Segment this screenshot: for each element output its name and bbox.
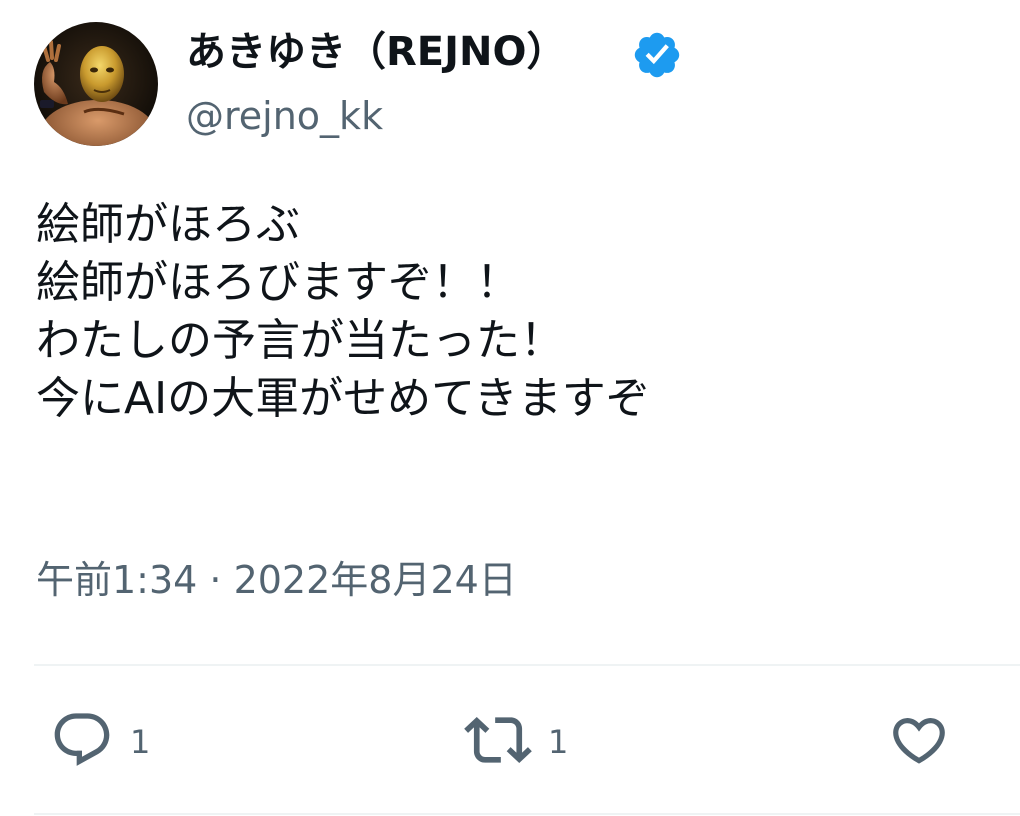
divider (34, 664, 1020, 666)
tweet-text-line: 絵師がほろびますぞ！！ (36, 257, 520, 308)
tweet-text-line: 絵師がほろぶ (36, 199, 300, 250)
like-button[interactable] (888, 710, 966, 774)
avatar[interactable] (34, 22, 158, 146)
retweet-button[interactable]: 1 (464, 710, 568, 774)
reply-count: 1 (130, 723, 151, 761)
reply-icon (50, 708, 114, 776)
divider (34, 813, 1020, 815)
retweet-count: 1 (548, 723, 569, 761)
tweet-timestamp[interactable]: 午前1:34 · 2022年8月24日 (36, 556, 517, 604)
tweet-text: 絵師がほろぶ 絵師がほろびますぞ！！ わたしの予言が当たった！ 今にAIの大軍が… (36, 196, 996, 428)
tweet-text-line: 今にAIの大軍がせめてきますぞ (36, 373, 650, 424)
tweet-text-line: わたしの予言が当たった！ (36, 315, 564, 366)
retweet-icon (464, 706, 532, 778)
reply-button[interactable]: 1 (50, 710, 150, 774)
user-handle[interactable]: @rejno_kk (186, 92, 383, 140)
verified-badge-icon (631, 29, 683, 81)
display-name[interactable]: あきゆき（REJNO） (186, 26, 567, 78)
heart-icon (888, 709, 950, 775)
